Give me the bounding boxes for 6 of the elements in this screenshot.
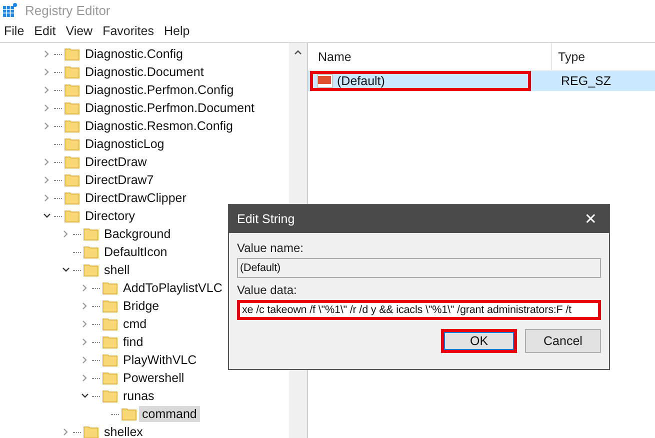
field-label: Value name: <box>237 241 304 255</box>
window-title: Registry Editor <box>25 2 110 18</box>
value-type: REG_SZ <box>560 74 612 88</box>
dialog-title: Edit String <box>237 212 295 226</box>
field-label: Value data: <box>237 283 298 297</box>
value-name: (Default) <box>337 74 385 88</box>
